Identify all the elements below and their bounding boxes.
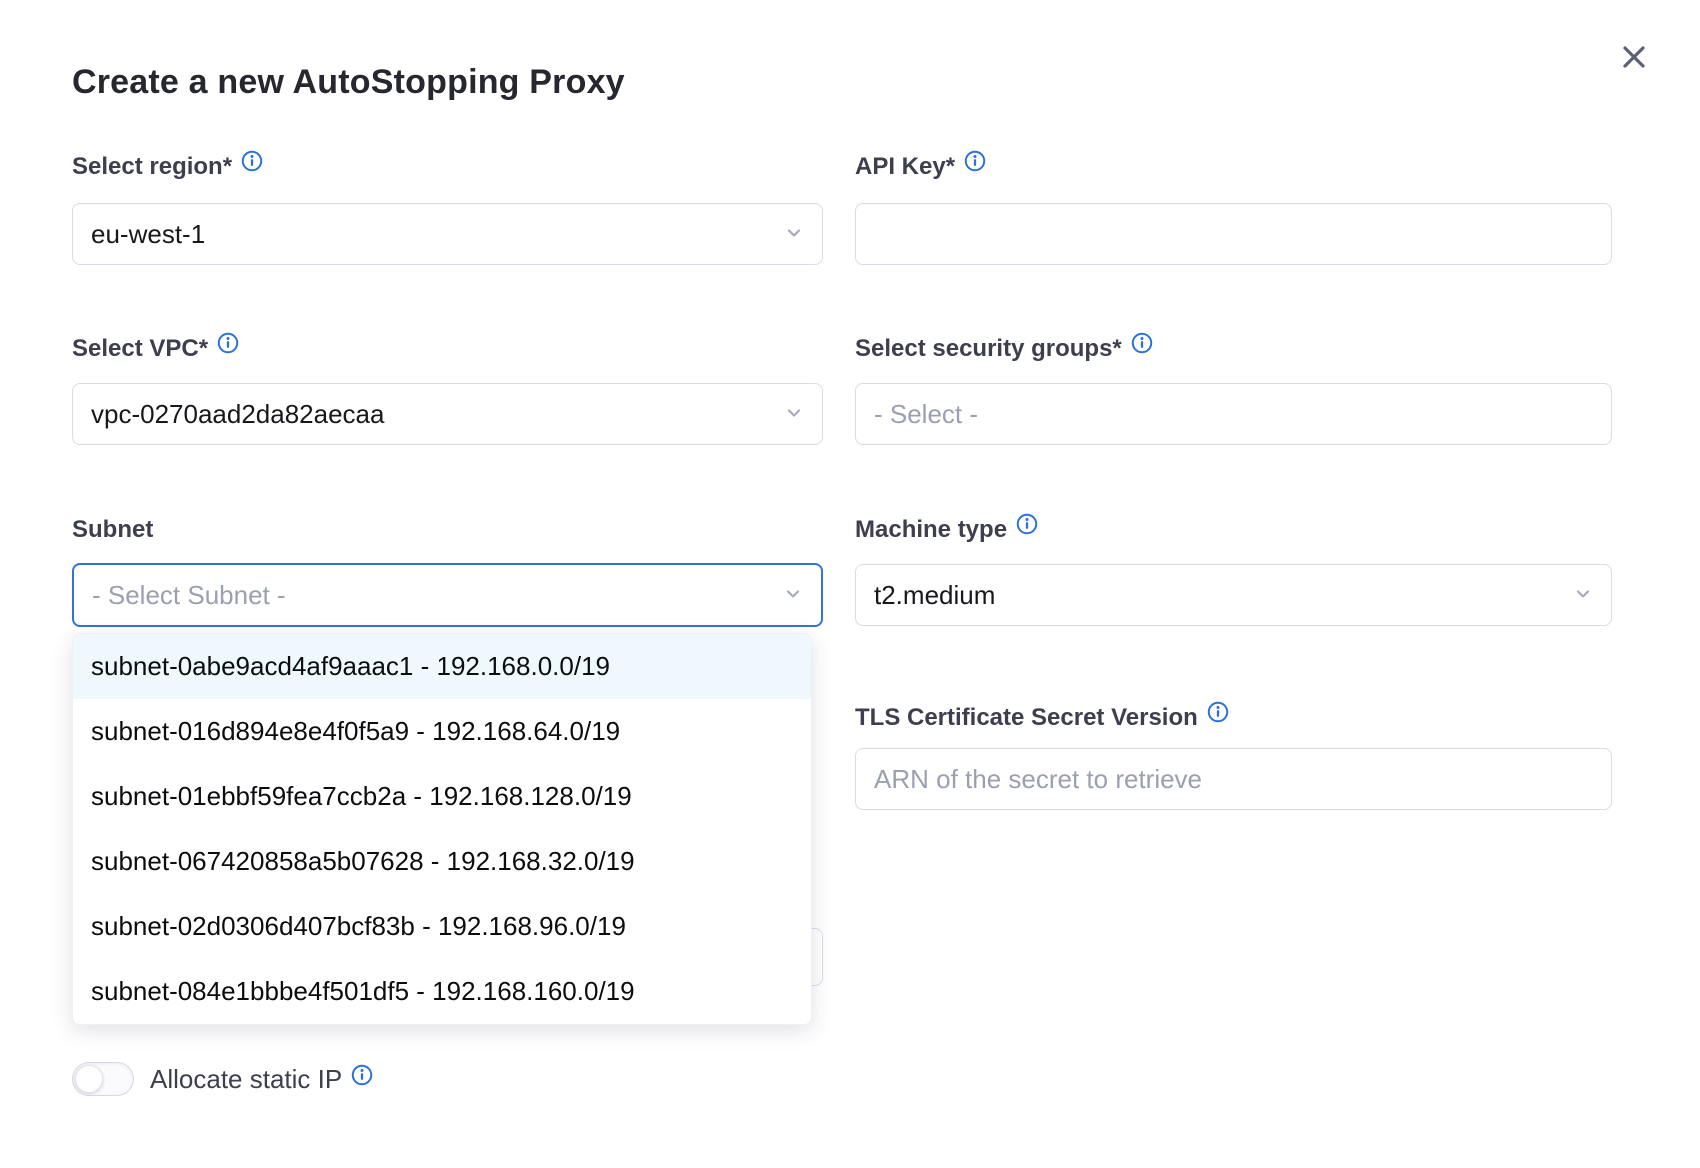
api-key-label-row: API Key* xyxy=(855,152,1612,182)
chevron-down-icon xyxy=(784,399,804,430)
api-key-label: API Key* xyxy=(855,152,955,182)
subnet-label-row: Subnet xyxy=(72,515,823,545)
machine-type-label: Machine type xyxy=(855,515,1007,545)
chevron-down-icon xyxy=(1573,580,1593,611)
chevron-down-icon xyxy=(783,580,803,611)
create-autostopping-proxy-modal: Create a new AutoStopping Proxy Select r… xyxy=(0,0,1700,1168)
region-label-row: Select region* xyxy=(72,152,823,182)
machine-type-label-row: Machine type xyxy=(855,515,1612,545)
api-key-info-icon[interactable] xyxy=(964,150,986,180)
subnet-option[interactable]: subnet-02d0306d407bcf83b - 192.168.96.0/… xyxy=(73,894,811,959)
vpc-info-icon[interactable] xyxy=(217,332,239,362)
security-groups-label-row: Select security groups* xyxy=(855,334,1612,364)
machine-type-value: t2.medium xyxy=(874,580,995,611)
security-groups-select[interactable]: - Select - xyxy=(855,383,1612,445)
region-select[interactable]: eu-west-1 xyxy=(72,203,823,265)
region-value: eu-west-1 xyxy=(91,219,205,250)
close-icon xyxy=(1619,42,1649,75)
subnet-select[interactable]: - Select Subnet - xyxy=(72,563,823,627)
close-button[interactable] xyxy=(1616,40,1652,76)
region-label: Select region* xyxy=(72,152,232,182)
vpc-select[interactable]: vpc-0270aad2da82aecaa xyxy=(72,383,823,445)
machine-type-select[interactable]: t2.medium xyxy=(855,564,1612,626)
subnet-option[interactable]: subnet-0abe9acd4af9aaac1 - 192.168.0.0/1… xyxy=(73,634,811,699)
api-key-input[interactable] xyxy=(855,203,1612,265)
subnet-option[interactable]: subnet-084e1bbbe4f501df5 - 192.168.160.0… xyxy=(73,959,811,1024)
security-groups-placeholder: - Select - xyxy=(874,399,978,430)
page-title: Create a new AutoStopping Proxy xyxy=(72,63,625,102)
subnet-placeholder: - Select Subnet - xyxy=(92,580,286,611)
vpc-label-row: Select VPC* xyxy=(72,334,823,364)
chevron-down-icon xyxy=(784,219,804,250)
toggle-knob xyxy=(75,1065,103,1093)
region-info-icon[interactable] xyxy=(241,150,263,180)
vpc-value: vpc-0270aad2da82aecaa xyxy=(91,399,384,430)
tls-secret-label-row: TLS Certificate Secret Version xyxy=(855,703,1612,733)
machine-type-info-icon[interactable] xyxy=(1016,513,1038,543)
subnet-option[interactable]: subnet-067420858a5b07628 - 192.168.32.0/… xyxy=(73,829,811,894)
vpc-label: Select VPC* xyxy=(72,334,208,364)
static-ip-row: Allocate static IP xyxy=(72,1062,373,1096)
subnet-label: Subnet xyxy=(72,515,153,545)
tls-secret-label: TLS Certificate Secret Version xyxy=(855,703,1198,733)
subnet-dropdown: subnet-0abe9acd4af9aaac1 - 192.168.0.0/1… xyxy=(72,633,812,1025)
static-ip-info-icon[interactable] xyxy=(351,1062,373,1093)
security-groups-info-icon[interactable] xyxy=(1131,332,1153,362)
security-groups-label: Select security groups* xyxy=(855,334,1122,364)
tls-secret-info-icon[interactable] xyxy=(1207,701,1229,731)
static-ip-label-row: Allocate static IP xyxy=(150,1064,373,1095)
tls-secret-input[interactable] xyxy=(855,748,1612,810)
subnet-option[interactable]: subnet-01ebbf59fea7ccb2a - 192.168.128.0… xyxy=(73,764,811,829)
static-ip-label: Allocate static IP xyxy=(150,1064,342,1095)
subnet-option[interactable]: subnet-016d894e8e4f0f5a9 - 192.168.64.0/… xyxy=(73,699,811,764)
static-ip-toggle[interactable] xyxy=(72,1062,134,1096)
